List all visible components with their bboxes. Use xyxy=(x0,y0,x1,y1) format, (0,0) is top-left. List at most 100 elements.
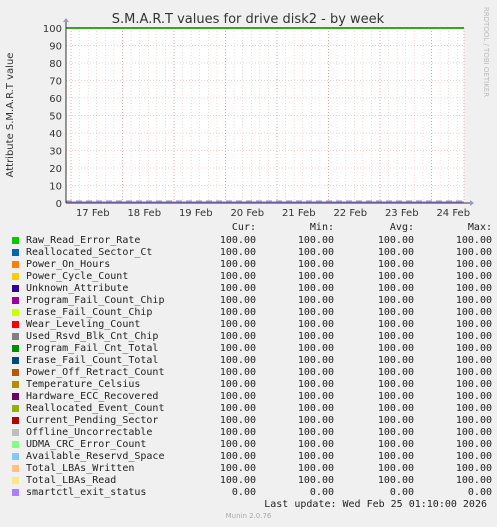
value-max: 100.00 xyxy=(455,319,492,330)
value-avg: 100.00 xyxy=(377,307,414,318)
value-max: 100.00 xyxy=(455,367,492,378)
legend-row: Program_Fail_Count_Chip 100.00 100.00 100.0… xyxy=(12,295,492,307)
column-header-max: Max: xyxy=(467,222,492,233)
value-cur: 100.00 xyxy=(219,451,256,462)
legend-row: Power_Off_Retract_Count 100.00 100.00 100.0… xyxy=(12,367,492,379)
value-min: 100.00 xyxy=(297,271,334,282)
value-cur: 100.00 xyxy=(219,247,256,258)
legend-label: Erase_Fail_Count_Total xyxy=(26,355,159,366)
legend-label: Hardware_ECC_Recovered xyxy=(26,391,159,402)
legend-swatch xyxy=(12,368,19,376)
value-cur: 100.00 xyxy=(219,331,256,342)
legend-table: Cur: Min: Avg: Max: Raw_Read_Error_Rate 1… xyxy=(12,221,492,499)
legend-label: Program_Fail_Cnt_Total xyxy=(26,343,159,354)
value-avg: 100.00 xyxy=(377,319,414,330)
y-tick-label: 100 xyxy=(43,24,62,35)
value-max: 0.00 xyxy=(467,487,492,498)
y-tick-labels: 0 10 20 30 40 50 60 70 80 90 100 xyxy=(43,24,62,210)
y-tick-label: 20 xyxy=(49,164,62,175)
value-avg: 100.00 xyxy=(377,403,414,414)
value-min: 100.00 xyxy=(297,355,334,366)
value-max: 100.00 xyxy=(455,331,492,342)
value-avg: 100.00 xyxy=(377,427,414,438)
value-cur: 100.00 xyxy=(219,427,256,438)
legend-row: Total_LBAs_Read 100.00 100.00 100.00 100.00 xyxy=(12,475,492,487)
value-avg: 100.00 xyxy=(377,439,414,450)
value-cur: 100.00 xyxy=(219,355,256,366)
value-avg: 100.00 xyxy=(377,391,414,402)
legend-label: Program_Fail_Count_Chip xyxy=(26,295,165,306)
value-max: 100.00 xyxy=(455,355,492,366)
y-tick-label: 10 xyxy=(49,182,62,193)
value-max: 100.00 xyxy=(455,451,492,462)
value-min: 100.00 xyxy=(297,367,334,378)
value-max: 100.00 xyxy=(455,307,492,318)
legend-row: Power_Cycle_Count 100.00 100.00 100.00 100.0… xyxy=(12,271,492,283)
value-cur: 100.00 xyxy=(219,283,256,294)
y-tick-label: 70 xyxy=(49,77,62,88)
legend-row: Erase_Fail_Count_Chip 100.00 100.00 100.00 1… xyxy=(12,307,492,319)
value-avg: 100.00 xyxy=(377,355,414,366)
value-min: 0.00 xyxy=(309,487,334,498)
legend-swatch xyxy=(12,296,19,304)
value-min: 100.00 xyxy=(297,379,334,390)
value-max: 100.00 xyxy=(455,379,492,390)
value-max: 100.00 xyxy=(455,259,492,270)
value-cur: 100.00 xyxy=(219,307,256,318)
value-min: 100.00 xyxy=(297,403,334,414)
y-tick-label: 0 xyxy=(56,199,62,210)
legend-swatch xyxy=(12,320,19,328)
legend-row: Wear_Leveling_Count 100.00 100.00 100.00 100… xyxy=(12,319,492,331)
value-max: 100.00 xyxy=(455,403,492,414)
legend-swatch xyxy=(12,380,19,388)
value-min: 100.00 xyxy=(297,259,334,270)
legend-swatch xyxy=(12,236,19,244)
value-avg: 100.00 xyxy=(377,379,414,390)
legend-row: Power_On_Hours 100.00 100.00 100.00 100.00 xyxy=(12,259,492,271)
legend-swatch xyxy=(12,488,19,496)
value-avg: 100.00 xyxy=(377,235,414,246)
value-avg: 100.00 xyxy=(377,343,414,354)
legend-row: Unknown_Attribute 100.00 100.00 100.00 100.0… xyxy=(12,283,492,295)
value-min: 100.00 xyxy=(297,319,334,330)
legend-swatch xyxy=(12,356,19,364)
legend-label: Raw_Read_Error_Rate xyxy=(26,235,141,246)
legend-swatch xyxy=(12,308,19,316)
value-cur: 100.00 xyxy=(219,367,256,378)
value-cur: 100.00 xyxy=(219,295,256,306)
legend-swatch xyxy=(12,440,19,448)
value-min: 100.00 xyxy=(297,391,334,402)
chart: S.M.A.R.T values for drive disk2 - by we… xyxy=(5,7,490,219)
legend-row: Offline_Uncorrectable 100.00 100.00 100.00 1… xyxy=(12,427,492,439)
last-update: Last update: Wed Feb 25 01:10:00 2026 xyxy=(264,499,487,510)
legend-swatch xyxy=(12,416,19,424)
legend-swatch xyxy=(12,476,19,484)
y-axis-arrow xyxy=(63,18,69,22)
legend-label: Temperature_Celsius xyxy=(26,379,141,390)
x-axis-arrow xyxy=(470,200,474,206)
chart-title: S.M.A.R.T values for drive disk2 - by we… xyxy=(112,12,385,27)
value-avg: 100.00 xyxy=(377,451,414,462)
value-min: 100.00 xyxy=(297,463,334,474)
legend-row: Reallocated_Event_Count 100.00 100.00 100.0… xyxy=(12,403,492,415)
legend-label: Reallocated_Sector_Ct xyxy=(26,247,153,258)
legend-swatch xyxy=(12,464,19,472)
legend-row: Current_Pending_Sector 100.00 100.00 100.00… xyxy=(12,415,492,427)
legend-row: Used_Rsvd_Blk_Cnt_Chip 100.00 100.00 100.00… xyxy=(12,331,492,343)
value-min: 100.00 xyxy=(297,343,334,354)
value-max: 100.00 xyxy=(455,415,492,426)
value-min: 100.00 xyxy=(297,439,334,450)
legend-swatch xyxy=(12,284,19,292)
column-header-cur: Cur: xyxy=(231,222,256,233)
x-tick-label: 20 Feb xyxy=(230,208,264,219)
column-header-avg: Avg: xyxy=(389,222,414,233)
legend-row: UDMA_CRC_Error_Count 100.00 100.00 100.00 10… xyxy=(12,439,492,451)
value-max: 100.00 xyxy=(455,343,492,354)
value-max: 100.00 xyxy=(455,295,492,306)
legend-label: Available_Reservd_Space xyxy=(26,451,165,462)
legend-label: Power_Cycle_Count xyxy=(26,271,129,282)
legend-body: Raw_Read_Error_Rate 100.00 100.00 100.00 100… xyxy=(12,235,492,499)
value-cur: 100.00 xyxy=(219,415,256,426)
value-cur: 100.00 xyxy=(219,403,256,414)
x-tick-label: 17 Feb xyxy=(76,208,110,219)
